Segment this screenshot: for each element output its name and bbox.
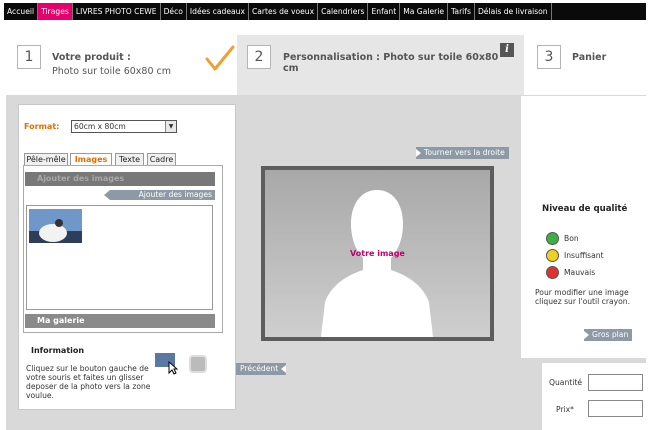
step2-highlight	[237, 35, 524, 97]
quality-good-row: Bon	[546, 231, 579, 245]
nav-cartes-voeux[interactable]: Cartes de voeux	[249, 3, 319, 20]
drop-target-icon	[189, 355, 207, 373]
quality-insufficient-row: Insuffisant	[546, 248, 604, 262]
step3-number: 3	[537, 45, 561, 69]
zoom-button[interactable]: Gros plan	[584, 329, 633, 341]
previous-button[interactable]: Précédent	[236, 363, 287, 375]
right-panel	[521, 96, 650, 358]
nav-delais-livraison[interactable]: Délais de livraison	[475, 3, 552, 20]
checkmark-icon	[205, 45, 235, 71]
quality-good-label: Bon	[564, 233, 579, 243]
step1-number: 1	[17, 45, 41, 69]
quality-bad-label: Mauvais	[564, 267, 596, 277]
price-field[interactable]	[588, 400, 643, 417]
add-images-button[interactable]: Ajouter des images	[104, 190, 215, 200]
quality-bad-row: Mauvais	[546, 265, 595, 279]
step2-title: Personnalisation : Photo sur toile 60x80	[283, 52, 499, 63]
step1-title: Votre produit :	[52, 52, 131, 63]
top-navigation: Accueil Tirages LIVRES PHOTO CEWE Déco I…	[4, 3, 646, 20]
photo-icon	[29, 209, 82, 243]
quality-title: Niveau de qualité	[542, 204, 628, 214]
rotate-right-button[interactable]: Tourner vers la droite	[416, 147, 509, 159]
nav-calendriers[interactable]: Calendriers	[318, 3, 369, 20]
info-icon[interactable]: i	[500, 43, 514, 57]
quantity-label: Quantité	[549, 378, 582, 387]
image-placeholder-label: Votre image	[350, 249, 405, 258]
nav-idees-cadeaux[interactable]: Idées cadeaux	[187, 3, 249, 20]
step2-number: 2	[247, 45, 271, 69]
step1-subtitle: Photo sur toile 60x80 cm	[52, 66, 171, 77]
quality-insufficient-label: Insuffisant	[564, 250, 604, 260]
step3-title: Panier	[572, 52, 607, 63]
smiley-green-icon	[546, 231, 559, 245]
price-label: Prix*	[556, 405, 574, 414]
cursor-icon	[168, 361, 178, 375]
format-select[interactable]: 60cm x 80cm ▼	[71, 120, 177, 133]
nav-tarifs[interactable]: Tarifs	[448, 3, 475, 20]
smiley-yellow-icon	[546, 248, 559, 262]
format-value: 60cm x 80cm	[74, 122, 126, 131]
information-title: Information	[31, 346, 85, 355]
smiley-red-icon	[546, 265, 559, 279]
nav-livres-photo[interactable]: LIVRES PHOTO CEWE	[73, 3, 161, 20]
format-label: Format:	[24, 122, 60, 131]
step2-title-line2: cm	[283, 63, 299, 74]
image-thumbnail[interactable]	[29, 209, 82, 243]
chevron-down-icon[interactable]: ▼	[165, 121, 176, 132]
quantity-input[interactable]	[588, 374, 643, 391]
nav-tirages[interactable]: Tirages	[38, 3, 73, 20]
information-text: Cliquez sur le bouton gauche de votre so…	[26, 364, 151, 400]
nav-enfant[interactable]: Enfant	[368, 3, 401, 20]
add-images-section-header: Ajouter des images	[25, 172, 215, 186]
nav-deco[interactable]: Déco	[161, 3, 187, 20]
quality-help-text: Pour modifier une image cliquez sur l'ou…	[535, 288, 630, 306]
nav-accueil[interactable]: Accueil	[4, 3, 39, 20]
nav-ma-galerie[interactable]: Ma Galerie	[400, 3, 449, 20]
my-gallery-header[interactable]: Ma galerie	[25, 314, 215, 328]
